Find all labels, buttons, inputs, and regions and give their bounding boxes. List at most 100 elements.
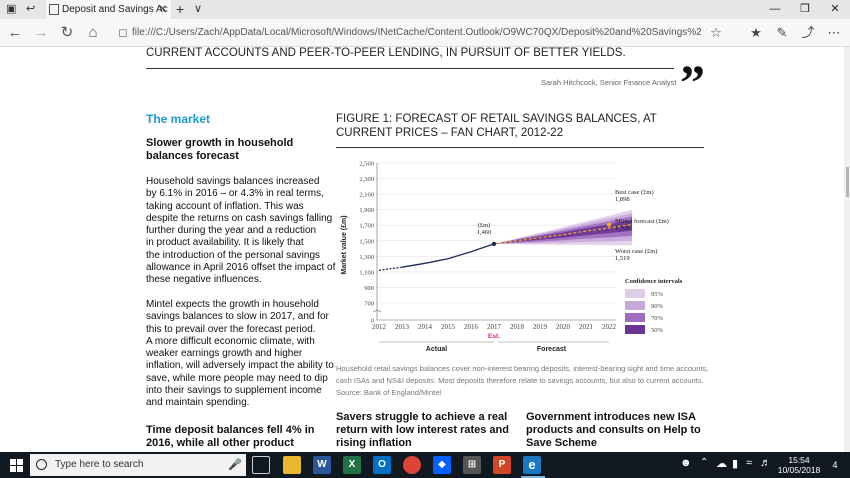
home-icon[interactable]: ⌂ [82, 22, 104, 44]
url-field[interactable]: file:///C:/Users/Zach/AppData/Local/Micr… [132, 24, 702, 42]
page-info-icon[interactable]: ◻ [112, 22, 134, 44]
x-tick-label: 2020 [556, 323, 571, 331]
y-axis-label: Market value (£m) [341, 215, 348, 274]
y-tick-label: 2,100 [359, 192, 374, 199]
para2-line: save, while more people may need to dip [146, 372, 328, 384]
header-text: CURRENT ACCOUNTS AND PEER-TO-PEER LENDIN… [146, 47, 626, 59]
task-view-icon[interactable] [252, 456, 270, 474]
header-rule [146, 68, 674, 69]
tab-back-icon[interactable]: ↩ [26, 0, 35, 19]
new-tab-icon[interactable]: + [176, 0, 184, 19]
figure-title: FIGURE 1: FORECAST OF RETAIL SAVINGS BAL… [336, 113, 657, 139]
paragraph-mintel-expects: Mintel expects the growth in household s… [146, 299, 334, 410]
action-center-icon[interactable]: 4 [826, 456, 844, 474]
caption-source: Source: Bank of England/Mintel [336, 388, 442, 397]
x-tick-label: 2014 [418, 323, 433, 331]
share-icon[interactable]: ⤴ [798, 22, 818, 44]
heading-savers-struggle: Savers struggle to achieve a real return… [336, 411, 509, 449]
legend-swatch [625, 301, 645, 310]
tab-list-icon[interactable]: ▣ [6, 0, 16, 19]
favorite-star-icon[interactable]: ☆ [706, 22, 726, 44]
chrome-icon[interactable] [403, 456, 421, 474]
para1-line: allowance in April 2016 offset the impac… [146, 262, 336, 274]
dropbox-icon[interactable]: ◆ [433, 456, 451, 474]
para1-line: further during the year and a reduction [146, 225, 317, 237]
outlook-icon[interactable]: O [373, 456, 391, 474]
caption-line: cash ISAs and NS&I deposits. Most deposi… [336, 376, 704, 385]
edge-icon[interactable]: e [523, 456, 541, 474]
legend-label: 95% [651, 291, 664, 298]
windows-taskbar: Type here to search 🎤 W X O ◆ ⊞ P e ☻ ⌃ … [0, 452, 850, 478]
battery-icon[interactable]: ▮ [732, 457, 738, 470]
legend-label: 90% [651, 303, 664, 310]
legend-swatch [625, 325, 645, 334]
taskbar-search-box[interactable]: Type here to search 🎤 [30, 454, 246, 476]
x-tick-label: 2017 [487, 323, 502, 331]
legend-swatch [625, 289, 645, 298]
windows-start-icon[interactable] [10, 459, 23, 472]
y-tick-label: 1,700 [359, 223, 374, 230]
taskbar-clock[interactable]: 15:54 10/05/2018 [776, 455, 822, 475]
para1-line: these negative influences. [146, 274, 262, 286]
x-tick-label: 2015 [441, 323, 456, 331]
people-icon[interactable]: ☻ [680, 457, 692, 469]
file-explorer-icon[interactable] [283, 456, 301, 474]
y-tick-label: 2,500 [359, 161, 374, 168]
more-menu-icon[interactable]: ⋯ [824, 22, 844, 44]
excel-icon[interactable]: X [343, 456, 361, 474]
microphone-icon[interactable]: 🎤 [228, 454, 242, 476]
caption-line: Household retail savings balances cover … [336, 364, 709, 373]
browser-title-bar: ▣ ↩ Deposit and Savings Ac ✕ + ∨ — ❐ ✕ [0, 0, 850, 19]
browser-tab[interactable]: Deposit and Savings Ac ✕ [46, 0, 171, 19]
pdf-document-view: CURRENT ACCOUNTS AND PEER-TO-PEER LENDIN… [0, 47, 850, 452]
forward-arrow-icon[interactable]: → [30, 22, 52, 44]
para1-line: by 6.1% in 2016 – or 4.3% in real terms, [146, 188, 324, 200]
y-tick-label: 1,300 [359, 254, 374, 261]
close-tab-icon[interactable]: ✕ [159, 0, 167, 19]
show-hidden-icons-icon[interactable]: ⌃ [700, 457, 708, 468]
calculator-icon[interactable]: ⊞ [463, 456, 481, 474]
vertical-scrollbar[interactable] [844, 47, 850, 452]
para2-line: A more difficult economic climate, with [146, 335, 315, 347]
x-tick-label: 2022 [602, 323, 617, 331]
para2-line: into their savings to supplement income [146, 385, 322, 397]
figure-caption: Household retail savings balances cover … [336, 363, 708, 399]
wifi-icon[interactable]: ≈ [746, 457, 752, 469]
close-window-icon[interactable]: ✕ [820, 0, 850, 19]
annot-mintel-value: 1,709 [615, 225, 630, 232]
tab-preview-icon[interactable]: ∨ [194, 0, 202, 19]
para1-line: in product availability. It is likely th… [146, 237, 304, 249]
legend-title: Confidence intervals [625, 278, 683, 285]
legend-label: 70% [651, 315, 664, 322]
scrollbar-thumb[interactable] [846, 167, 849, 197]
actual-label: Actual [426, 346, 447, 353]
x-tick-label: 2018 [510, 323, 525, 331]
subheading-time-deposit: Time deposit balances fell 4% in 2016, w… [146, 424, 315, 449]
refresh-icon[interactable]: ↻ [56, 22, 78, 44]
y-tick-label: 1,100 [359, 269, 374, 276]
legend-label: 50% [651, 327, 664, 334]
para2-line: weaker earnings growth and higher [146, 348, 303, 360]
para2-line: this to prevail over the forecast period… [146, 323, 316, 335]
document-icon [49, 4, 59, 15]
para2-line: inflation, will adversely impact the abi… [146, 360, 334, 372]
y-tick-label: 2,300 [359, 176, 374, 183]
search-icon [36, 459, 47, 470]
restore-icon[interactable]: ❐ [790, 0, 820, 19]
pen-notes-icon[interactable]: ✎ [772, 22, 792, 44]
forecast-label: Forecast [537, 346, 567, 353]
para1-line: the introduction of the personal savings [146, 249, 320, 261]
onedrive-icon[interactable]: ☁ [716, 457, 727, 470]
powerpoint-icon[interactable]: P [493, 456, 511, 474]
annot-worst-value: 1,519 [615, 255, 630, 262]
minimize-icon[interactable]: — [760, 0, 790, 19]
search-placeholder: Type here to search [55, 459, 144, 470]
volume-icon[interactable]: ♬ [760, 457, 771, 469]
heading-government-isa: Government introduces new ISA products a… [526, 411, 701, 449]
favorites-hub-icon[interactable]: ★ [746, 22, 766, 44]
author-credit: Sarah Hitchcock, Senior Finance Analyst [541, 78, 677, 87]
actual-line-dashed [378, 266, 403, 271]
y-tick-label: 1,500 [359, 238, 374, 245]
word-icon[interactable]: W [313, 456, 331, 474]
back-arrow-icon[interactable]: ← [4, 22, 26, 44]
